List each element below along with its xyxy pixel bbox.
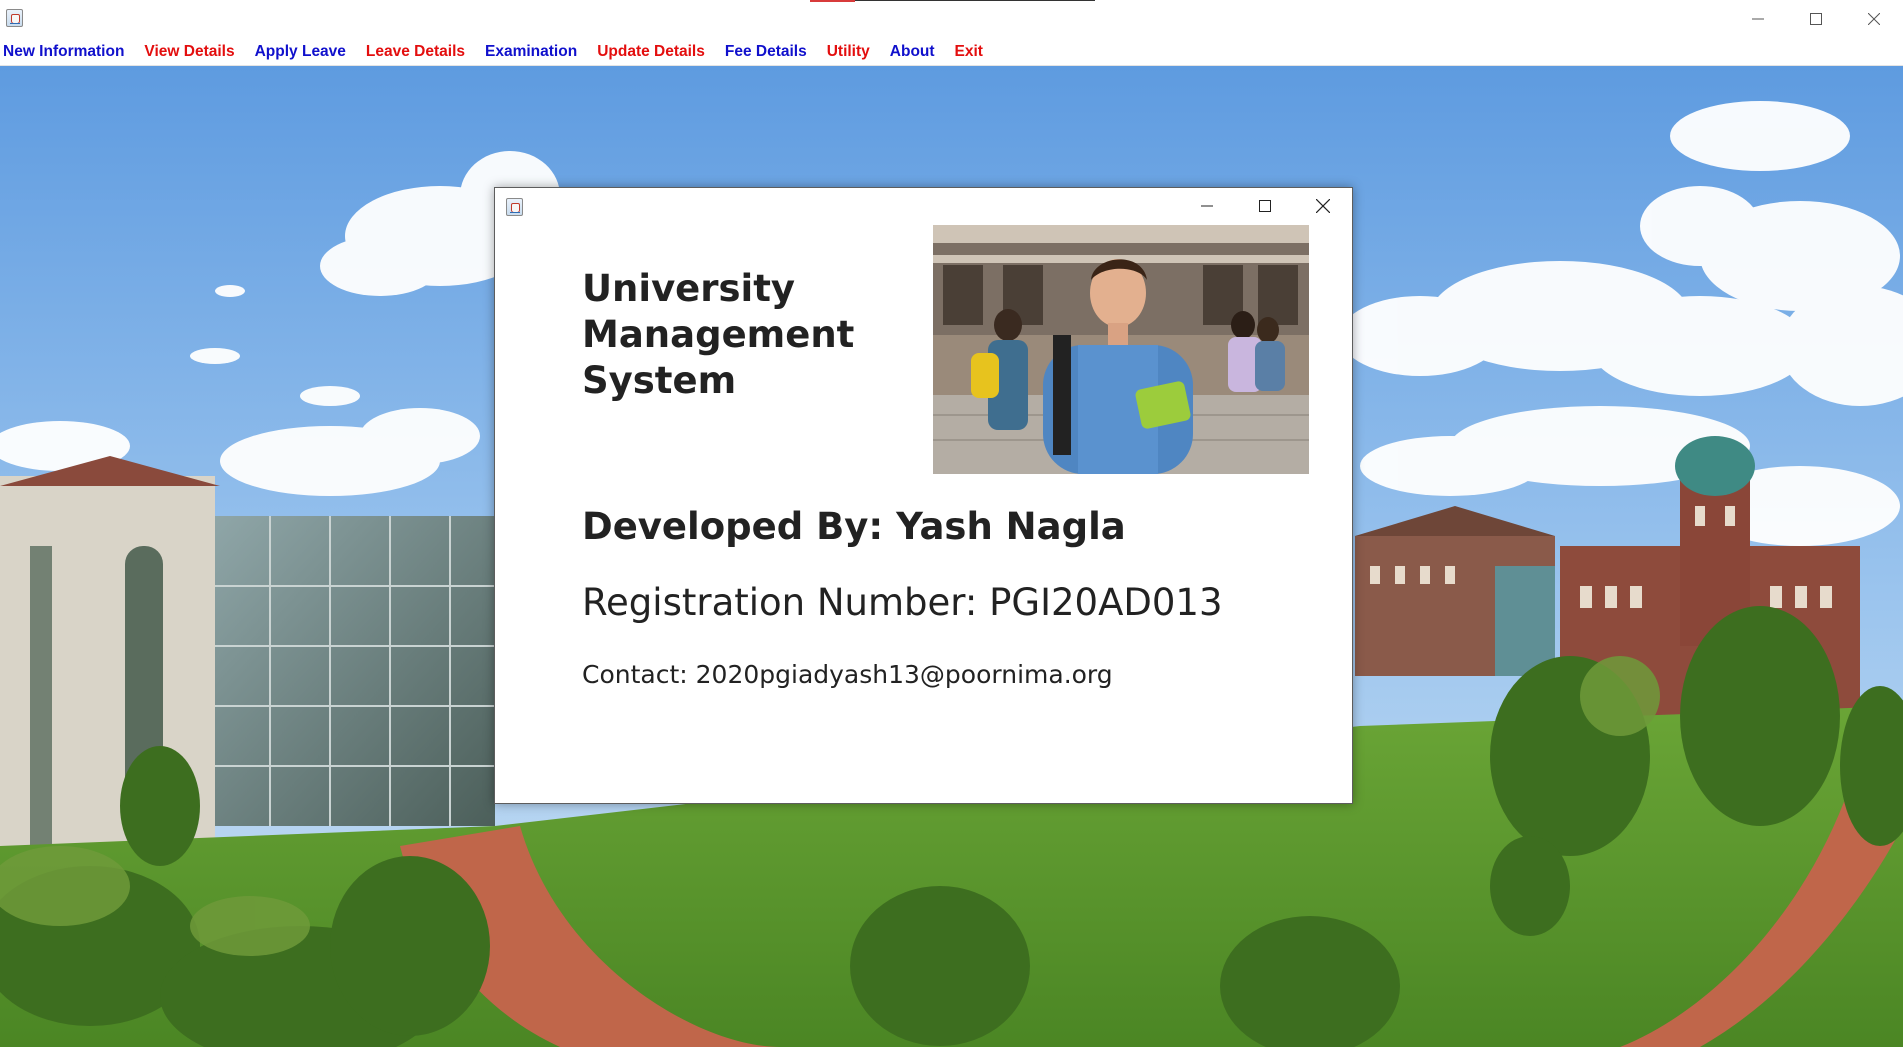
app-title: University Management System: [582, 266, 902, 404]
menu-view-details[interactable]: View Details: [141, 43, 240, 61]
maximize-icon[interactable]: [1236, 188, 1294, 224]
minimize-icon[interactable]: [1178, 188, 1236, 224]
main-window-controls: [1729, 0, 1903, 38]
menu-exit[interactable]: Exit: [952, 43, 989, 61]
main-title-bar[interactable]: [0, 0, 1903, 38]
app-title-line: Management: [582, 313, 855, 356]
maximize-icon[interactable]: [1787, 0, 1845, 38]
menu-update-details[interactable]: Update Details: [594, 43, 711, 61]
menu-about[interactable]: About: [887, 43, 941, 61]
about-dialog: University Management System Developed B…: [494, 187, 1353, 804]
menu-leave-details[interactable]: Leave Details: [363, 43, 471, 61]
java-app-icon: [506, 198, 523, 216]
dialog-window-controls: [1178, 188, 1352, 224]
menu-examination[interactable]: Examination: [482, 43, 583, 61]
developer-name: Developed By: Yash Nagla: [582, 505, 1126, 548]
menu-bar: New Information View Details Apply Leave…: [0, 38, 1903, 66]
menu-utility[interactable]: Utility: [824, 43, 876, 61]
minimize-icon[interactable]: [1729, 0, 1787, 38]
menu-new-information[interactable]: New Information: [0, 43, 130, 61]
registration-number: Registration Number: PGI20AD013: [582, 581, 1223, 624]
student-photo: [933, 225, 1309, 474]
menu-apply-leave[interactable]: Apply Leave: [252, 43, 352, 61]
close-icon[interactable]: [1845, 0, 1903, 38]
contact-email: Contact: 2020pgiadyash13@poornima.org: [582, 660, 1113, 689]
close-icon[interactable]: [1294, 188, 1352, 224]
title-accent-line: [810, 0, 1095, 2]
app-title-line: University: [582, 267, 796, 310]
menu-fee-details[interactable]: Fee Details: [722, 43, 813, 61]
java-app-icon: [6, 9, 23, 27]
app-title-line: System: [582, 359, 737, 402]
